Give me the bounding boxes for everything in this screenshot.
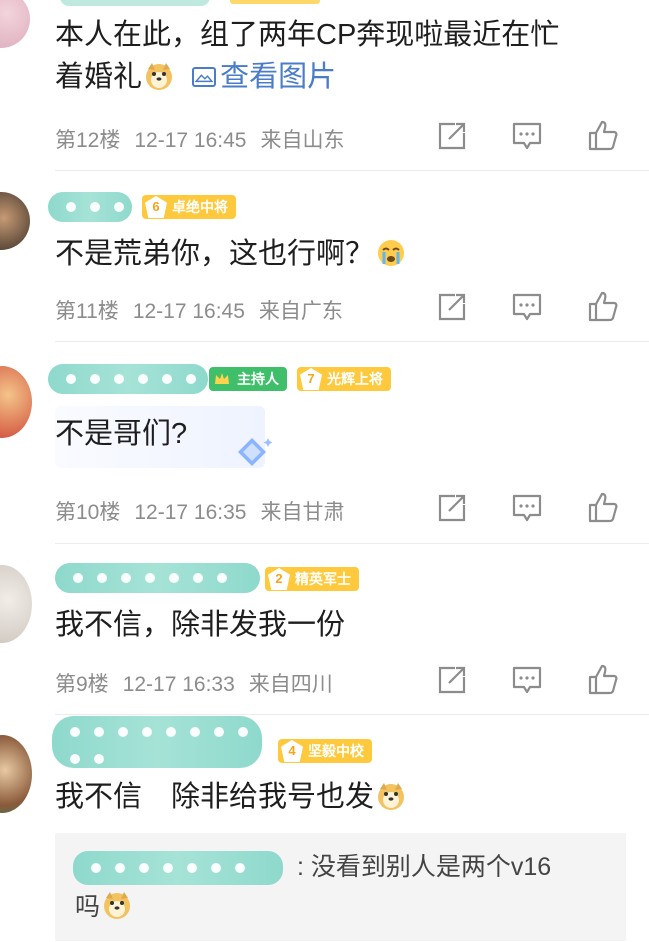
post-meta: 第9楼 12-17 16:33 来自四川	[55, 668, 347, 698]
avatar[interactable]	[0, 735, 32, 813]
avatar[interactable]	[0, 565, 32, 643]
doge-emoji-icon	[144, 61, 174, 91]
floor-number: 第12楼	[55, 129, 121, 152]
comment-icon	[512, 122, 542, 150]
badge-title: 坚毅中校	[308, 743, 364, 759]
post-text: 我不信 除非给我号也发	[55, 781, 375, 813]
post-time: 12-17 16:33	[122, 673, 235, 696]
level-badge: 7 光辉上将	[297, 367, 391, 391]
post-location: 来自广东	[258, 300, 343, 323]
post-content: 本人在此，组了两年CP奔现啦最近在忙 着婚礼 查看图片	[55, 14, 559, 98]
post-time: 12-17 16:45	[134, 129, 247, 152]
level-number: 2	[268, 568, 290, 590]
avatar[interactable]	[0, 192, 30, 250]
share-button[interactable]	[435, 119, 469, 153]
doge-emoji-icon	[102, 890, 132, 920]
divider	[55, 341, 649, 342]
post-text: 我不信，除非发我一份	[55, 609, 346, 641]
floor-number: 第9楼	[55, 673, 109, 696]
avatar[interactable]	[0, 366, 32, 438]
doge-emoji-icon	[376, 781, 406, 811]
post-time: 12-17 16:45	[132, 300, 245, 323]
post-location: 来自四川	[248, 673, 333, 696]
post-content: 我不信，除非发我一份	[55, 604, 345, 646]
share-button[interactable]	[435, 663, 469, 697]
divider	[55, 170, 649, 171]
sub-reply-text: : 没看到别人是两个v16 吗	[75, 847, 605, 927]
floor-number: 第11楼	[55, 300, 119, 323]
image-icon	[192, 67, 217, 87]
like-icon	[588, 664, 618, 695]
post-meta: 第10楼 12-17 16:35 来自甘肃	[55, 496, 358, 526]
post-text: 不是哥们?	[55, 418, 188, 450]
like-button[interactable]	[586, 663, 620, 697]
post-meta: 第12楼 12-17 16:45 来自山东	[55, 124, 358, 154]
comment-button[interactable]	[510, 119, 544, 153]
divider	[55, 714, 649, 715]
avatar[interactable]	[0, 0, 30, 48]
floor-number: 第10楼	[55, 501, 121, 524]
divider	[55, 543, 649, 544]
level-number: 7	[300, 368, 322, 390]
level-number: 6	[145, 196, 167, 218]
post-content: 不是哥们?	[55, 413, 187, 455]
comment-icon	[512, 293, 542, 321]
sub-reply-box[interactable]: : 没看到别人是两个v16 吗	[55, 833, 626, 941]
share-button[interactable]	[435, 290, 469, 324]
comment-button[interactable]	[510, 290, 544, 324]
post-location: 来自山东	[260, 129, 345, 152]
username-redacted	[48, 364, 208, 394]
post-content: 我不信 除非给我号也发	[55, 776, 406, 818]
post-text: 本人在此，组了两年CP奔现啦最近在忙	[55, 19, 560, 51]
like-icon	[588, 492, 618, 523]
username-redacted	[48, 192, 132, 222]
post-content: 不是荒弟你，这也行啊？	[55, 233, 406, 275]
level-badge	[230, 0, 320, 4]
crown-icon	[215, 373, 229, 384]
like-button[interactable]	[586, 119, 620, 153]
level-badge: 2 精英军士	[265, 567, 359, 591]
like-icon	[588, 291, 618, 322]
level-badge: 6 卓绝中将	[142, 195, 236, 219]
comment-button[interactable]	[510, 491, 544, 525]
username-redacted	[55, 563, 260, 593]
post-text: 不是荒弟你，这也行啊？	[55, 238, 375, 270]
reply-text-line2: 吗	[75, 893, 101, 921]
share-icon	[438, 666, 466, 694]
crying-emoji-icon	[376, 238, 406, 268]
post-time: 12-17 16:35	[134, 501, 247, 524]
badge-title: 卓绝中将	[172, 199, 228, 215]
view-image-link[interactable]: 查看图片	[192, 61, 336, 93]
comment-icon	[512, 666, 542, 694]
comment-icon	[512, 494, 542, 522]
username-redacted	[60, 0, 210, 6]
post-meta: 第11楼 12-17 16:45 来自广东	[55, 295, 357, 325]
reply-text-line1: : 没看到别人是两个v16	[297, 853, 552, 881]
share-icon	[438, 122, 466, 150]
share-icon	[438, 494, 466, 522]
username-redacted	[52, 716, 262, 768]
like-button[interactable]	[586, 290, 620, 324]
share-icon	[438, 293, 466, 321]
host-badge-label: 主持人	[237, 371, 279, 387]
badge-title: 精英军士	[295, 571, 351, 587]
diamond-icon	[232, 434, 273, 470]
post-location: 来自甘肃	[260, 501, 345, 524]
like-button[interactable]	[586, 491, 620, 525]
level-badge: 4 坚毅中校	[278, 739, 372, 763]
host-badge: 主持人	[209, 367, 287, 391]
comment-button[interactable]	[510, 663, 544, 697]
post-text: 着婚礼	[55, 61, 143, 93]
like-icon	[588, 120, 618, 151]
level-number: 4	[281, 740, 303, 762]
share-button[interactable]	[435, 491, 469, 525]
badge-title: 光辉上将	[327, 371, 383, 387]
